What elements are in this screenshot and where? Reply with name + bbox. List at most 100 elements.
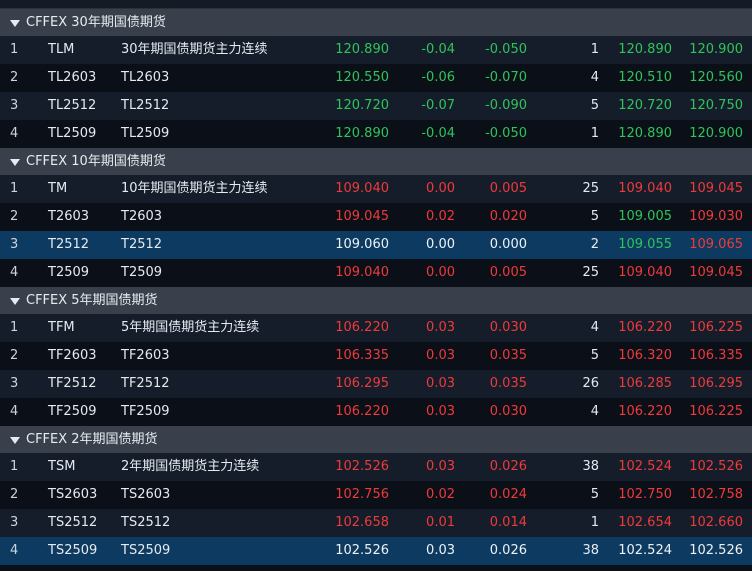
contract-name: 2年期国债期货主力连续 — [121, 459, 260, 474]
bid-price: 106.220 — [618, 320, 672, 335]
contract-code: T2509 — [48, 265, 90, 280]
ask-price: 106.225 — [689, 320, 743, 335]
table-row[interactable]: 2 TS2603 TS2603 102.756 0.02 0.024 5 102.750 102… — [0, 481, 752, 509]
change-percent: 0.035 — [489, 348, 527, 363]
table-row[interactable]: 3 TL2512 TL2512 120.720 -0.07 -0.090 5 120.720 1… — [0, 92, 752, 120]
table-row[interactable]: 2 T2603 T2603 109.045 0.02 0.020 5 109.005 109.0… — [0, 203, 752, 231]
bid-price: 102.750 — [618, 487, 672, 502]
row-index: 4 — [10, 265, 19, 280]
change-percent: 0.026 — [489, 459, 527, 474]
volume: 4 — [590, 320, 599, 335]
volume: 2 — [590, 237, 599, 252]
bid-price: 109.005 — [618, 209, 672, 224]
volume: 26 — [582, 376, 599, 391]
row-index: 4 — [10, 404, 19, 419]
row-index: 3 — [10, 98, 19, 113]
volume: 25 — [582, 265, 599, 280]
ask-price: 102.526 — [689, 459, 743, 474]
volume: 5 — [590, 487, 599, 502]
quote-list: CFFEX 30年期国债期货 1 TLM 30年期国债期货主力连续 120.890 -0.… — [0, 9, 752, 565]
change-percent: 0.030 — [489, 320, 527, 335]
contract-code: T2512 — [48, 237, 90, 252]
table-row[interactable]: 1 TFM 5年期国债期货主力连续 106.220 0.03 0.030 4 106.220 1… — [0, 314, 752, 342]
caret-down-icon[interactable] — [10, 19, 20, 27]
contract-name: TS2603 — [121, 487, 171, 502]
top-toolbar-strip — [0, 0, 752, 9]
table-row[interactable]: 1 TM 10年期国债期货主力连续 109.040 0.00 0.005 25 109.040… — [0, 175, 752, 203]
contract-name: TS2509 — [121, 543, 171, 558]
group-title: CFFEX 2年期国债期货 — [26, 432, 158, 447]
change-percent: 0.035 — [489, 376, 527, 391]
volume: 5 — [590, 209, 599, 224]
row-index: 2 — [10, 70, 19, 85]
volume: 5 — [590, 98, 599, 113]
change-percent: -0.070 — [485, 70, 527, 85]
bid-price: 106.320 — [618, 348, 672, 363]
ask-price: 120.750 — [689, 98, 743, 113]
row-index: 1 — [10, 42, 19, 57]
change-percent: 0.005 — [489, 265, 527, 280]
bid-price: 120.720 — [618, 98, 672, 113]
contract-code: TL2512 — [48, 98, 97, 113]
group-header[interactable]: CFFEX 2年期国债期货 — [0, 426, 752, 453]
contract-code: TF2509 — [48, 404, 97, 419]
contract-code: TSM — [48, 459, 76, 474]
contract-code: TLM — [48, 42, 75, 57]
contract-code: TS2603 — [48, 487, 98, 502]
contract-name: TL2603 — [121, 70, 170, 85]
table-row[interactable]: 3 TS2512 TS2512 102.658 0.01 0.014 1 102.654 102… — [0, 509, 752, 537]
change-percent: -0.090 — [485, 98, 527, 113]
row-index: 4 — [10, 126, 19, 141]
contract-name: 5年期国债期货主力连续 — [121, 320, 260, 335]
bid-price: 102.654 — [618, 515, 672, 530]
bid-price: 109.040 — [618, 265, 672, 280]
bid-price: 109.055 — [618, 237, 672, 252]
volume: 5 — [590, 348, 599, 363]
ask-price: 109.030 — [689, 209, 743, 224]
caret-down-icon[interactable] — [10, 436, 20, 444]
bid-price: 120.890 — [618, 126, 672, 141]
group-title: CFFEX 30年期国债期货 — [26, 15, 166, 30]
contract-code: TS2512 — [48, 515, 98, 530]
ask-price: 120.560 — [689, 70, 743, 85]
ask-price: 102.758 — [689, 487, 743, 502]
table-row[interactable]: 3 TF2512 TF2512 106.295 0.03 0.035 26 106.285 10… — [0, 370, 752, 398]
group-title: CFFEX 5年期国债期货 — [26, 293, 158, 308]
volume: 4 — [590, 70, 599, 85]
contract-name: T2509 — [121, 265, 163, 280]
table-row[interactable]: 4 T2509 T2509 109.040 0.00 0.005 25 109.040 109.… — [0, 259, 752, 287]
row-index: 3 — [10, 515, 19, 530]
group-header[interactable]: CFFEX 5年期国债期货 — [0, 287, 752, 314]
volume: 1 — [590, 42, 599, 57]
bid-price: 109.040 — [618, 181, 672, 196]
caret-down-icon[interactable] — [10, 297, 20, 305]
caret-down-icon[interactable] — [10, 158, 20, 166]
contract-name: T2603 — [121, 209, 163, 224]
volume: 1 — [590, 515, 599, 530]
contract-name: TF2603 — [121, 348, 170, 363]
table-row[interactable]: 4 TF2509 TF2509 106.220 0.03 0.030 4 106.220 106… — [0, 398, 752, 426]
change-percent: 0.026 — [489, 543, 527, 558]
table-row[interactable]: 3 T2512 T2512 109.060 0.00 0.000 2 109.055 109.0… — [0, 231, 752, 259]
contract-code: TS2509 — [48, 543, 98, 558]
group-header[interactable]: CFFEX 10年期国债期货 — [0, 148, 752, 175]
table-row[interactable]: 1 TSM 2年期国债期货主力连续 102.526 0.03 0.026 38 102.524… — [0, 453, 752, 481]
table-row[interactable]: 4 TS2509 TS2509 102.526 0.03 0.026 38 102.524 10… — [0, 537, 752, 565]
row-index: 1 — [10, 320, 19, 335]
change-percent: 0.000 — [489, 237, 527, 252]
contract-name: 10年期国债期货主力连续 — [121, 181, 268, 196]
table-row[interactable]: 2 TL2603 TL2603 120.550 -0.06 -0.070 4 120.510 1… — [0, 64, 752, 92]
ask-price: 120.900 — [689, 42, 743, 57]
table-row[interactable]: 4 TL2509 TL2509 120.890 -0.04 -0.050 1 120.890 1… — [0, 120, 752, 148]
row-index: 1 — [10, 459, 19, 474]
table-row[interactable]: 2 TF2603 TF2603 106.335 0.03 0.035 5 106.320 106… — [0, 342, 752, 370]
contract-code: TF2603 — [48, 348, 97, 363]
row-index: 2 — [10, 209, 19, 224]
contract-name: 30年期国债期货主力连续 — [121, 42, 268, 57]
ask-price: 102.660 — [689, 515, 743, 530]
contract-code: TF2512 — [48, 376, 97, 391]
change-percent: 0.030 — [489, 404, 527, 419]
group-header[interactable]: CFFEX 30年期国债期货 — [0, 9, 752, 36]
table-row[interactable]: 1 TLM 30年期国债期货主力连续 120.890 -0.04 -0.050 1 120.8… — [0, 36, 752, 64]
contract-code: TFM — [48, 320, 75, 335]
